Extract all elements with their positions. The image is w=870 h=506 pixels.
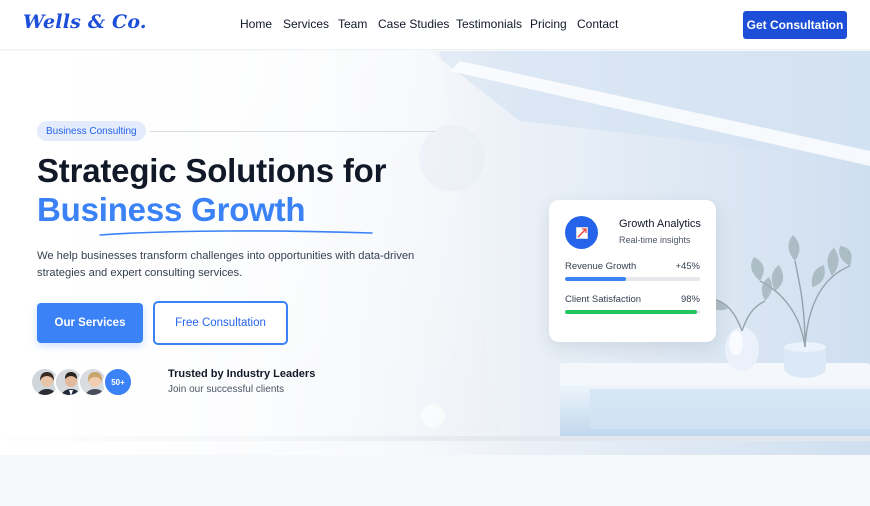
card-title: Growth Analytics bbox=[619, 218, 701, 230]
headline-line-1: Strategic Solutions for bbox=[37, 152, 387, 189]
metric-client-satisfaction: Client Satisfaction 98% bbox=[565, 294, 700, 305]
nav-link-home[interactable]: Home bbox=[240, 17, 272, 31]
nav-link-pricing[interactable]: Pricing bbox=[530, 17, 567, 31]
progress-track bbox=[565, 277, 700, 281]
nav-link-contact[interactable]: Contact bbox=[577, 17, 618, 31]
progress-track bbox=[565, 310, 700, 314]
navbar: Wells & Co. Home Services Team Case Stud… bbox=[0, 0, 870, 50]
headline-underline bbox=[99, 230, 373, 236]
client-count-badge: 50+ bbox=[103, 367, 133, 397]
chart-icon bbox=[565, 216, 598, 249]
nav-link-testimonials[interactable]: Testimonials bbox=[456, 17, 522, 31]
get-consultation-button[interactable]: Get Consultation bbox=[743, 11, 847, 39]
trust-title: Trusted by Industry Leaders bbox=[168, 368, 316, 380]
nav-link-team[interactable]: Team bbox=[338, 17, 367, 31]
next-section bbox=[0, 455, 870, 506]
our-services-button[interactable]: Our Services bbox=[37, 303, 143, 343]
growth-analytics-card: Growth Analytics Real-time insights Reve… bbox=[549, 200, 716, 342]
metric-revenue-growth: Revenue Growth +45% bbox=[565, 261, 700, 272]
trust-subtitle: Join our successful clients bbox=[168, 384, 285, 395]
hero-description: We help businesses transform challenges … bbox=[37, 250, 415, 279]
category-badge: Business Consulting bbox=[37, 121, 146, 141]
metric-value: 98% bbox=[680, 294, 700, 305]
progress-fill-satisfaction bbox=[565, 310, 698, 314]
badge-divider bbox=[150, 131, 435, 132]
logo[interactable]: Wells & Co. bbox=[23, 11, 147, 33]
nav-link-services[interactable]: Services bbox=[283, 17, 329, 31]
progress-fill-revenue bbox=[565, 277, 626, 281]
metric-label: Client Satisfaction bbox=[565, 294, 642, 305]
card-subtitle: Real-time insights bbox=[619, 235, 691, 245]
headline-line-2: Business Growth bbox=[37, 191, 306, 228]
free-consultation-button[interactable]: Free Consultation bbox=[153, 301, 288, 345]
metric-label: Revenue Growth bbox=[565, 261, 637, 272]
nav-link-case-studies[interactable]: Case Studies bbox=[378, 17, 449, 31]
metric-value: +45% bbox=[675, 261, 700, 272]
